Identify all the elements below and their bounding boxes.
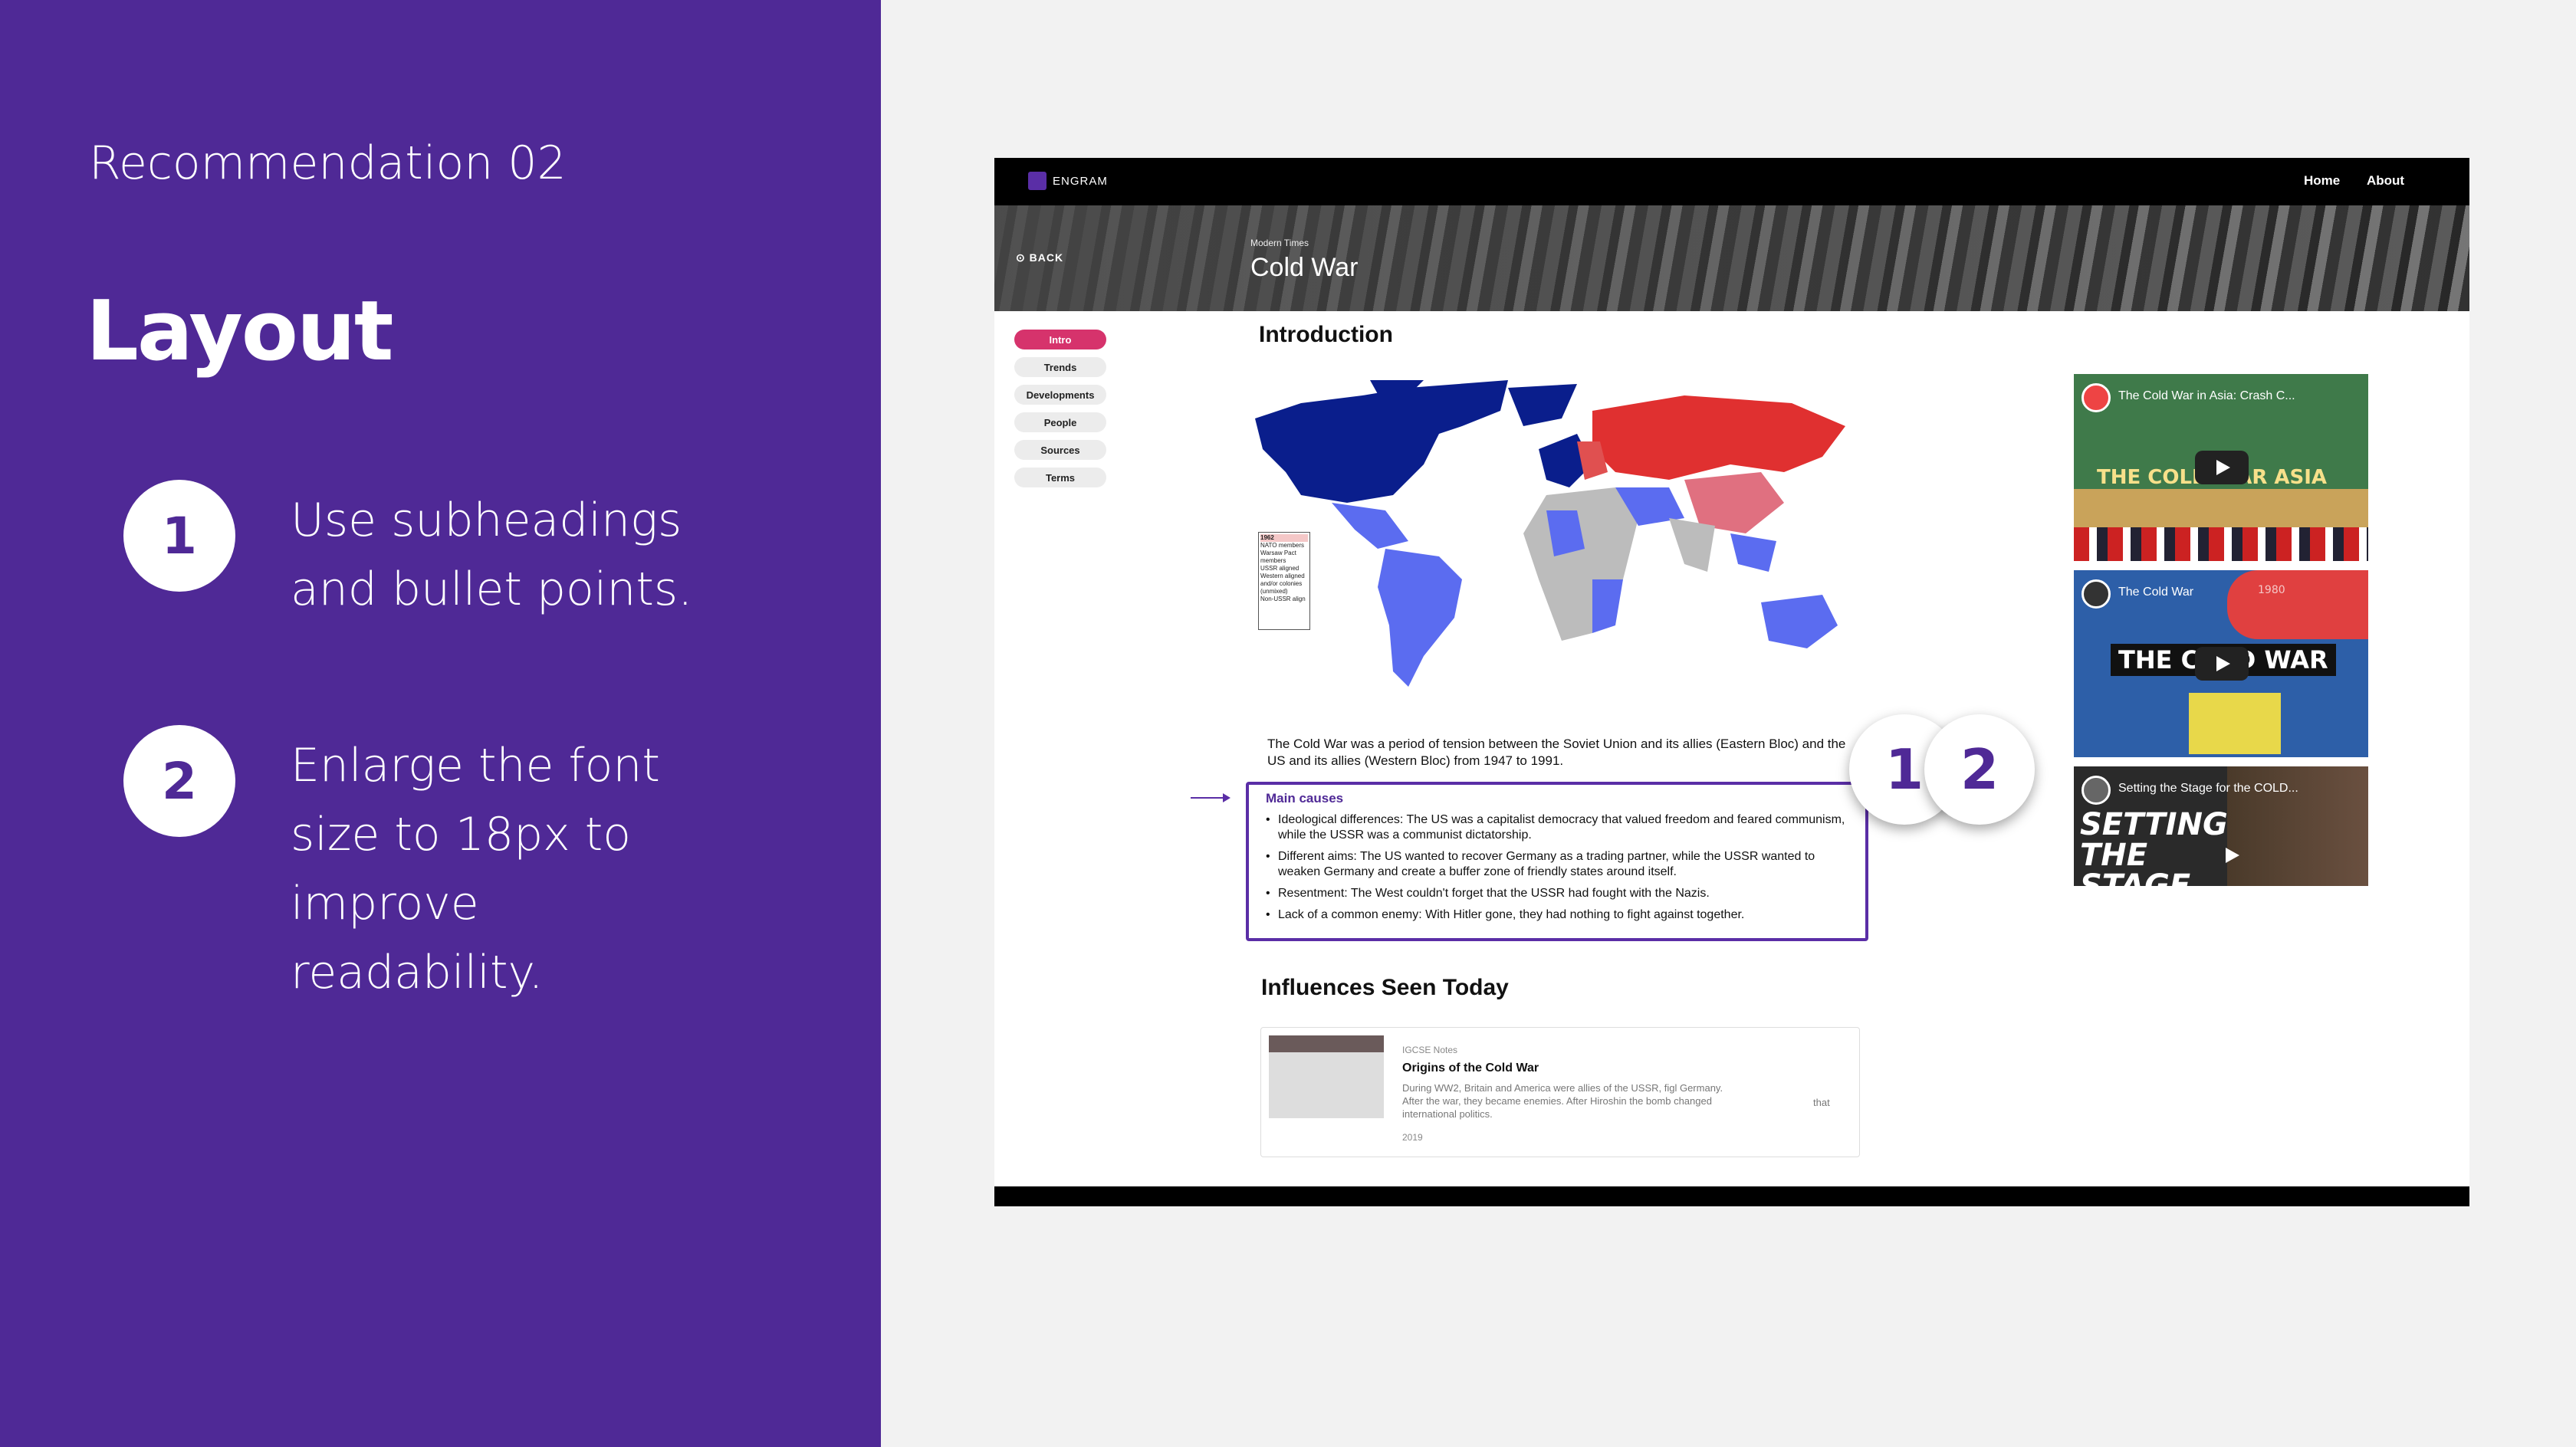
logo-icon — [1028, 172, 1046, 190]
nav-about[interactable]: About — [2367, 173, 2404, 189]
hero-title: Cold War — [1250, 253, 1359, 282]
cause-item: Different aims: The US wanted to recover… — [1266, 849, 1848, 880]
arrow-icon — [1191, 793, 1230, 802]
video-map-red — [2227, 570, 2368, 639]
video-title: The Cold War — [2118, 586, 2194, 599]
channel-avatar-icon — [2082, 579, 2111, 609]
cause-item: Ideological differences: The US was a ca… — [1266, 812, 1848, 843]
causes-heading: Main causes — [1266, 791, 1344, 806]
map-legend: 1962 NATO members Warsaw Pact members US… — [1258, 532, 1310, 630]
article-extra: that — [1813, 1097, 1830, 1108]
website-screenshot: ENGRAM Home About ⊙ BACK Modern Times Co… — [994, 158, 2469, 1206]
legend-title: 1962 — [1260, 534, 1308, 542]
sidebar-item-trends[interactable]: Trends — [1014, 357, 1106, 377]
legend-line: USSR aligned — [1260, 565, 1300, 572]
video-title: The Cold War in Asia: Crash C... — [2118, 389, 2295, 402]
back-label: BACK — [1029, 251, 1064, 264]
sidebar-item-developments[interactable]: Developments — [1014, 385, 1106, 405]
point-1: 1 Use subheadings and bullet points. — [123, 480, 720, 624]
video-title: Setting the Stage for the COLD... — [2118, 782, 2298, 795]
intro-paragraph: The Cold War was a period of tension bet… — [1267, 737, 1846, 768]
point-text-1: Use subheadings and bullet points. — [291, 494, 693, 616]
point-number-1: 1 — [123, 480, 235, 592]
article-title[interactable]: Origins of the Cold War — [1402, 1061, 1539, 1075]
top-nav: ENGRAM Home About — [994, 158, 2469, 205]
article-year: 2019 — [1402, 1132, 1423, 1143]
cause-item: Lack of a common enemy: With Hitler gone… — [1266, 907, 1848, 923]
video-caption: SETTING THE STAGE — [2080, 807, 2228, 886]
video-year: 1980 — [2258, 584, 2285, 596]
legend-line: Warsaw Pact members — [1260, 550, 1296, 564]
point-number-2: 2 — [123, 725, 235, 837]
recommendation-panel: Recommendation 02 Layout 1 Use subheadin… — [0, 0, 881, 1447]
play-icon[interactable] — [2195, 647, 2249, 681]
article-source: IGCSE Notes — [1402, 1045, 1458, 1055]
nav-home[interactable]: Home — [2304, 173, 2340, 189]
cause-item: Resentment: The West couldn't forget tha… — [1266, 886, 1848, 901]
legend-line: Western aligned and/or colonies (unmixed… — [1260, 573, 1305, 595]
intro-heading: Introduction — [1259, 322, 1393, 347]
influences-heading: Influences Seen Today — [1261, 975, 1509, 1000]
sidebar-item-sources[interactable]: Sources — [1014, 440, 1106, 460]
legend-line: Non-USSR align — [1260, 596, 1306, 602]
callout-badge-2: 2 — [1924, 714, 2035, 825]
hero-overlay — [994, 205, 2469, 311]
video-thumbnail-1[interactable]: The Cold War in Asia: Crash C... THE COL… — [2074, 374, 2368, 561]
hero-banner: ⊙ BACK Modern Times Cold War — [994, 205, 2469, 311]
channel-avatar-icon — [2082, 383, 2111, 412]
article-thumbnail — [1269, 1035, 1384, 1118]
video-map-yellow — [2189, 693, 2281, 754]
sidebar-item-terms[interactable]: Terms — [1014, 468, 1106, 487]
article-card[interactable]: IGCSE Notes Origins of the Cold War Duri… — [1260, 1027, 1860, 1157]
point-text-2: Enlarge the font size to 18px to improve… — [291, 739, 660, 999]
logo-text[interactable]: ENGRAM — [1053, 175, 1108, 188]
play-icon[interactable] — [2204, 838, 2258, 872]
point-2: 2 Enlarge the font size to 18px to impro… — [123, 725, 720, 1007]
channel-avatar-icon — [2082, 776, 2111, 805]
video-thumbnail-3[interactable]: Setting the Stage for the COLD... SETTIN… — [2074, 766, 2368, 886]
video-thumbnail-2[interactable]: The Cold War THE COLD WAR 1980 — [2074, 570, 2368, 757]
article-excerpt: During WW2, Britain and America were all… — [1402, 1082, 1723, 1120]
legend-line: NATO members — [1260, 542, 1305, 549]
recommendation-label: Recommendation 02 — [89, 136, 567, 190]
cold-war-world-map — [1255, 380, 1845, 687]
back-button[interactable]: ⊙ BACK — [1016, 251, 1063, 264]
slide-title: Layout — [86, 284, 393, 379]
hero-subtitle: Modern Times — [1250, 238, 1309, 248]
sidebar-item-people[interactable]: People — [1014, 412, 1106, 432]
footer-bar — [994, 1186, 2469, 1206]
video-bunting — [2074, 527, 2368, 561]
sidebar-item-intro[interactable]: Intro — [1014, 330, 1106, 349]
play-icon[interactable] — [2195, 451, 2249, 484]
main-causes-box: Main causes Ideological differences: The… — [1246, 782, 1868, 941]
